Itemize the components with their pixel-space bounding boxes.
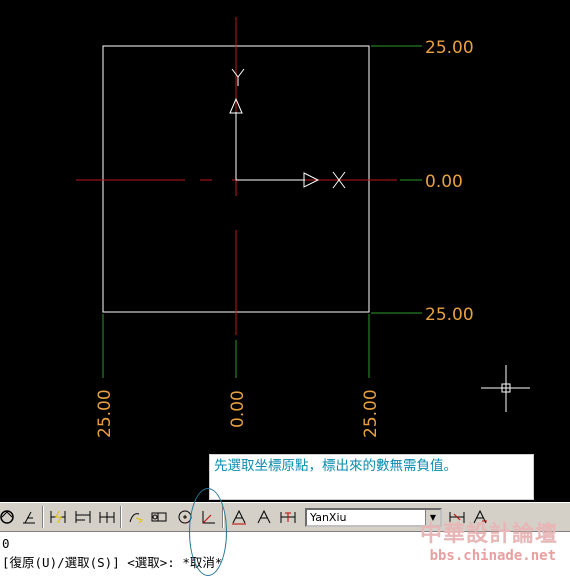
dim-baseline-icon[interactable] [72, 507, 94, 527]
dim-oblique-icon[interactable] [18, 507, 40, 527]
dim-edit-icon[interactable] [228, 507, 250, 527]
tolerance-icon[interactable] [148, 507, 170, 527]
dim-update-icon[interactable] [0, 507, 18, 527]
ordinate-label-right-top: 25.00 [425, 38, 474, 58]
dim-text-edit-icon[interactable] [253, 507, 275, 527]
drawing-canvas[interactable]: X Y 25.00 0.00 25.00 25.00 0.00 25.00 [0, 0, 570, 500]
ordinate-label-right-mid: 0.00 [425, 172, 463, 192]
ordinate-label-bottom-left: 25.00 [95, 389, 115, 438]
crosshair-cursor [481, 365, 530, 412]
watermark: 中華設計論壇 bbs.chinade.net [406, 516, 566, 574]
leader-icon[interactable] [125, 507, 147, 527]
ucs-icon [229, 68, 346, 189]
ordinate-label-right-bottom: 25.00 [425, 305, 474, 325]
ordinate-label-bottom-mid: 0.00 [228, 390, 248, 428]
dim-linear-icon[interactable] [47, 507, 69, 527]
dim-continue-icon[interactable] [96, 507, 118, 527]
dim-override-icon[interactable] [277, 507, 299, 527]
command-history-line: 0 [2, 536, 10, 551]
instruction-note: 先選取坐標原點，標出來的數無需負值。 [209, 454, 534, 500]
highlight-ellipse [189, 488, 227, 576]
watermark-url: bbs.chinade.net [429, 548, 556, 564]
dim-style-value: YanXiu [310, 511, 347, 524]
watermark-title: 中華設計論壇 [419, 522, 558, 547]
command-prompt-line: [復原(U)/選取(S)] <選取>: *取消* [2, 555, 223, 570]
ordinate-label-bottom-right: 25.00 [361, 389, 381, 438]
